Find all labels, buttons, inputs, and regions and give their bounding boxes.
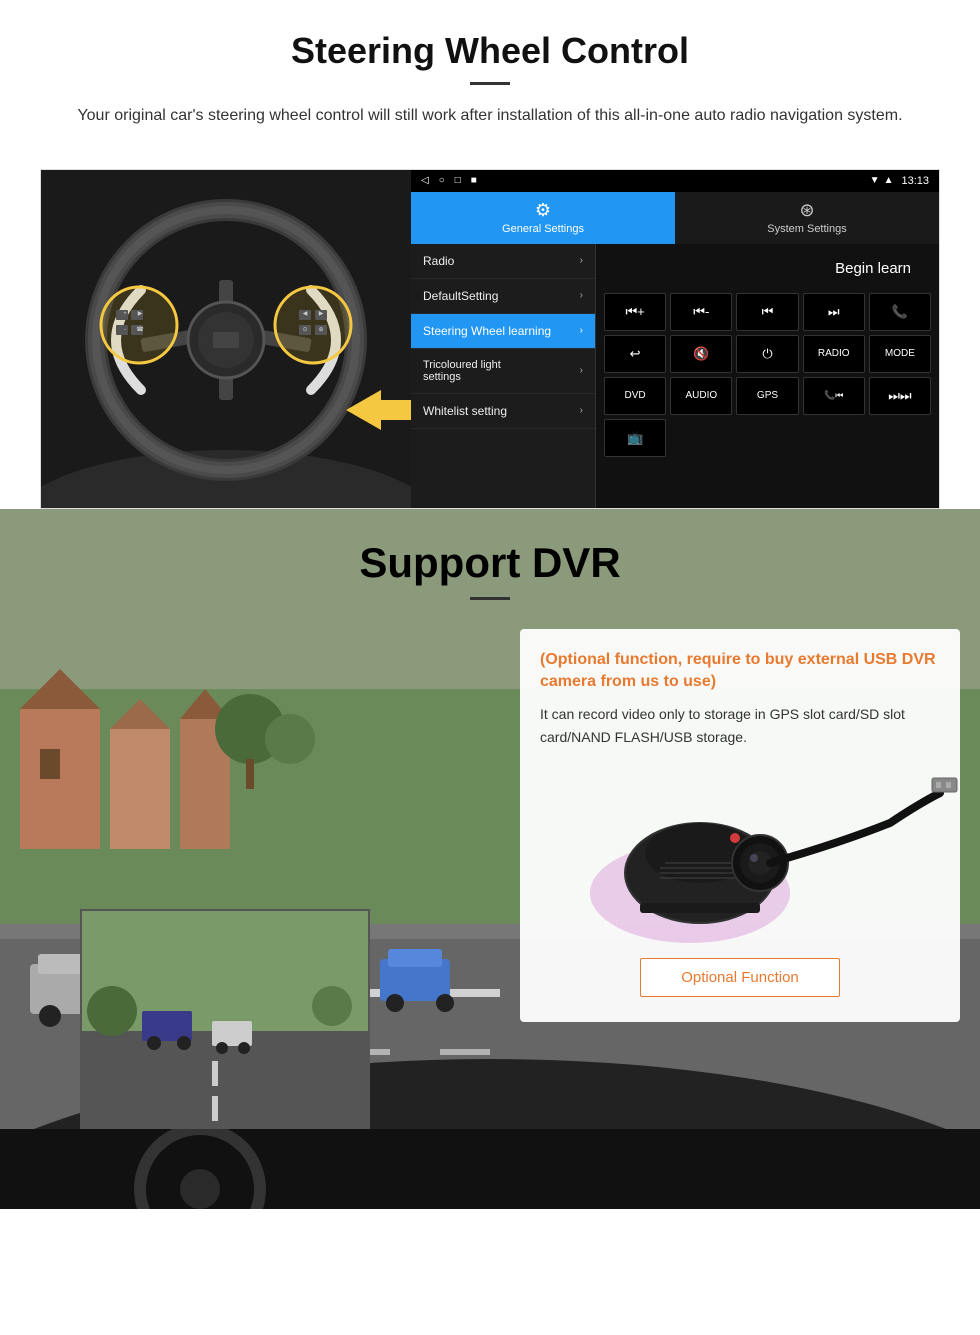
- begin-learn-row: Begin learn: [604, 252, 931, 285]
- steering-subtitle: Your original car's steering wheel contr…: [60, 103, 920, 129]
- ctrl-dvd[interactable]: DVD: [604, 377, 666, 415]
- svg-text:⊕: ⊕: [318, 327, 323, 333]
- controls-grid: ⏮+ ⏮- ⏮ ⏭ 📞 ↩ 🔇 ⏻ RADIO MODE DVD AUDIO G…: [604, 293, 931, 457]
- svg-text:+: +: [123, 311, 127, 317]
- svg-text:▶: ▶: [138, 311, 143, 317]
- ctrl-next[interactable]: ⏭: [803, 293, 865, 331]
- preview-scene-svg: [82, 911, 370, 1129]
- status-time: 13:13: [901, 175, 929, 187]
- dvr-background: Support DVR: [0, 509, 980, 1209]
- android-content: Radio › DefaultSetting › Steering Wheel …: [411, 244, 939, 508]
- ctrl-mode[interactable]: MODE: [869, 335, 931, 373]
- dvr-camera-svg: [540, 763, 960, 943]
- menu-steering-label: Steering Wheel learning: [423, 324, 551, 338]
- steering-section: Steering Wheel Control Your original car…: [0, 0, 980, 169]
- optional-function-button[interactable]: Optional Function: [640, 958, 840, 997]
- general-settings-icon: ⚙: [535, 200, 551, 221]
- radio-chevron-icon: ›: [580, 255, 583, 266]
- menu-item-radio[interactable]: Radio ›: [411, 244, 595, 279]
- menu-radio-label: Radio: [423, 254, 454, 268]
- svg-text:☎: ☎: [136, 326, 144, 333]
- svg-text:⊙: ⊙: [302, 327, 307, 333]
- dvr-section: Support DVR: [0, 509, 980, 1209]
- android-statusbar: ◁ ○ □ ■ ▼ ▲ 13:13: [411, 170, 939, 192]
- dvr-title: Support DVR: [0, 539, 980, 587]
- tab-system[interactable]: ⊛ System Settings: [675, 192, 939, 244]
- nav-home-icon[interactable]: ○: [439, 175, 445, 186]
- menu-item-tricoloured[interactable]: Tricoloured lightsettings ›: [411, 349, 595, 394]
- ctrl-gps[interactable]: GPS: [736, 377, 798, 415]
- steering-wheel-svg: + ▶ - ☎ ◀ ▶ ⊙ ⊕: [41, 170, 411, 508]
- ctrl-power[interactable]: ⏻: [736, 335, 798, 373]
- ctrl-mute[interactable]: 🔇: [670, 335, 732, 373]
- nav-back-icon[interactable]: ◁: [421, 175, 429, 186]
- dvr-divider: [470, 597, 510, 600]
- nav-menu-icon[interactable]: ■: [471, 175, 477, 186]
- tab-general-label: General Settings: [502, 223, 584, 235]
- nav-recents-icon[interactable]: □: [455, 175, 461, 186]
- ctrl-phone-prev[interactable]: 📞⏮: [803, 377, 865, 415]
- ctrl-audio[interactable]: AUDIO: [670, 377, 732, 415]
- svg-text:▶: ▶: [319, 311, 324, 317]
- ctrl-next-next[interactable]: ⏭⏭: [869, 377, 931, 415]
- svg-text:-: -: [124, 327, 126, 333]
- android-tabs: ⚙ General Settings ⊛ System Settings: [411, 192, 939, 244]
- menu-default-label: DefaultSetting: [423, 289, 498, 303]
- dvr-body-text: It can record video only to storage in G…: [540, 703, 940, 748]
- begin-learn-button[interactable]: Begin learn: [815, 252, 931, 285]
- ctrl-hangup[interactable]: ↩: [604, 335, 666, 373]
- steering-title: Steering Wheel Control: [40, 30, 940, 72]
- dvr-title-overlay: Support DVR: [0, 509, 980, 610]
- menu-item-default[interactable]: DefaultSetting ›: [411, 279, 595, 314]
- menu-item-whitelist[interactable]: Whitelist setting ›: [411, 394, 595, 429]
- tricoloured-chevron-icon: ›: [580, 365, 583, 376]
- ctrl-prev[interactable]: ⏮: [736, 293, 798, 331]
- tab-system-label: System Settings: [767, 223, 846, 235]
- ctrl-vol-up[interactable]: ⏮+: [604, 293, 666, 331]
- whitelist-chevron-icon: ›: [580, 405, 583, 416]
- dvr-preview-screen: [80, 909, 370, 1129]
- tab-general[interactable]: ⚙ General Settings: [411, 192, 675, 244]
- wifi-icon: ▼: [870, 175, 880, 186]
- dvr-optional-text: (Optional function, require to buy exter…: [540, 649, 940, 694]
- menu-left: Radio › DefaultSetting › Steering Wheel …: [411, 244, 596, 508]
- dvr-camera-visual: [540, 763, 940, 943]
- title-divider: [470, 82, 510, 85]
- ctrl-extra[interactable]: 📺: [604, 419, 666, 457]
- android-screen: ◁ ○ □ ■ ▼ ▲ 13:13 ⚙ General Settings ⊛ S…: [411, 170, 939, 508]
- menu-tricoloured-label: Tricoloured lightsettings: [423, 359, 501, 383]
- dvr-info-card: (Optional function, require to buy exter…: [520, 629, 960, 1023]
- controls-panel: Begin learn ⏮+ ⏮- ⏮ ⏭ 📞 ↩ 🔇 ⏻ RADIO MODE…: [596, 244, 939, 508]
- signal-icon: ▲: [884, 175, 894, 186]
- ctrl-phone[interactable]: 📞: [869, 293, 931, 331]
- steering-chevron-icon: ›: [580, 325, 583, 336]
- ctrl-radio[interactable]: RADIO: [803, 335, 865, 373]
- default-chevron-icon: ›: [580, 290, 583, 301]
- menu-whitelist-label: Whitelist setting: [423, 404, 507, 418]
- system-settings-icon: ⊛: [799, 200, 814, 221]
- svg-text:◀: ◀: [303, 311, 308, 317]
- demo-area: + ▶ - ☎ ◀ ▶ ⊙ ⊕: [40, 169, 940, 509]
- steering-image-panel: + ▶ - ☎ ◀ ▶ ⊙ ⊕: [41, 170, 411, 508]
- menu-item-steering[interactable]: Steering Wheel learning ›: [411, 314, 595, 349]
- ctrl-vol-down[interactable]: ⏮-: [670, 293, 732, 331]
